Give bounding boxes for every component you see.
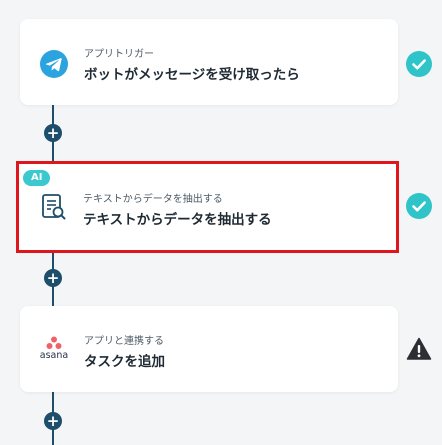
- asana-wordmark: asana: [39, 350, 69, 361]
- step-card-asana[interactable]: asana アプリと連携する タスクを追加: [20, 306, 398, 392]
- add-step-button[interactable]: +: [44, 269, 62, 287]
- check-icon: [406, 193, 432, 219]
- step-subtitle: テキストからデータを抽出する: [83, 194, 223, 205]
- step-subtitle: アプリと連携する: [84, 336, 164, 347]
- warning-icon: [406, 337, 432, 360]
- step-title: テキストからデータを抽出する: [83, 212, 272, 228]
- document-search-icon: [42, 194, 66, 220]
- step-card-ai-extract[interactable]: AI テキストからデータを抽出する テキストからデータを抽出する: [16, 161, 399, 253]
- add-step-button[interactable]: +: [44, 124, 62, 142]
- add-step-button[interactable]: +: [44, 412, 62, 430]
- ai-badge: AI: [23, 170, 51, 186]
- telegram-icon: [40, 50, 68, 78]
- asana-icon: asana: [34, 336, 74, 364]
- step-title: ボットがメッセージを受け取ったら: [84, 67, 300, 83]
- step-subtitle: アプリトリガー: [84, 49, 154, 60]
- check-icon: [406, 51, 432, 77]
- step-card-trigger[interactable]: アプリトリガー ボットがメッセージを受け取ったら: [20, 19, 398, 105]
- step-title: タスクを追加: [84, 354, 165, 370]
